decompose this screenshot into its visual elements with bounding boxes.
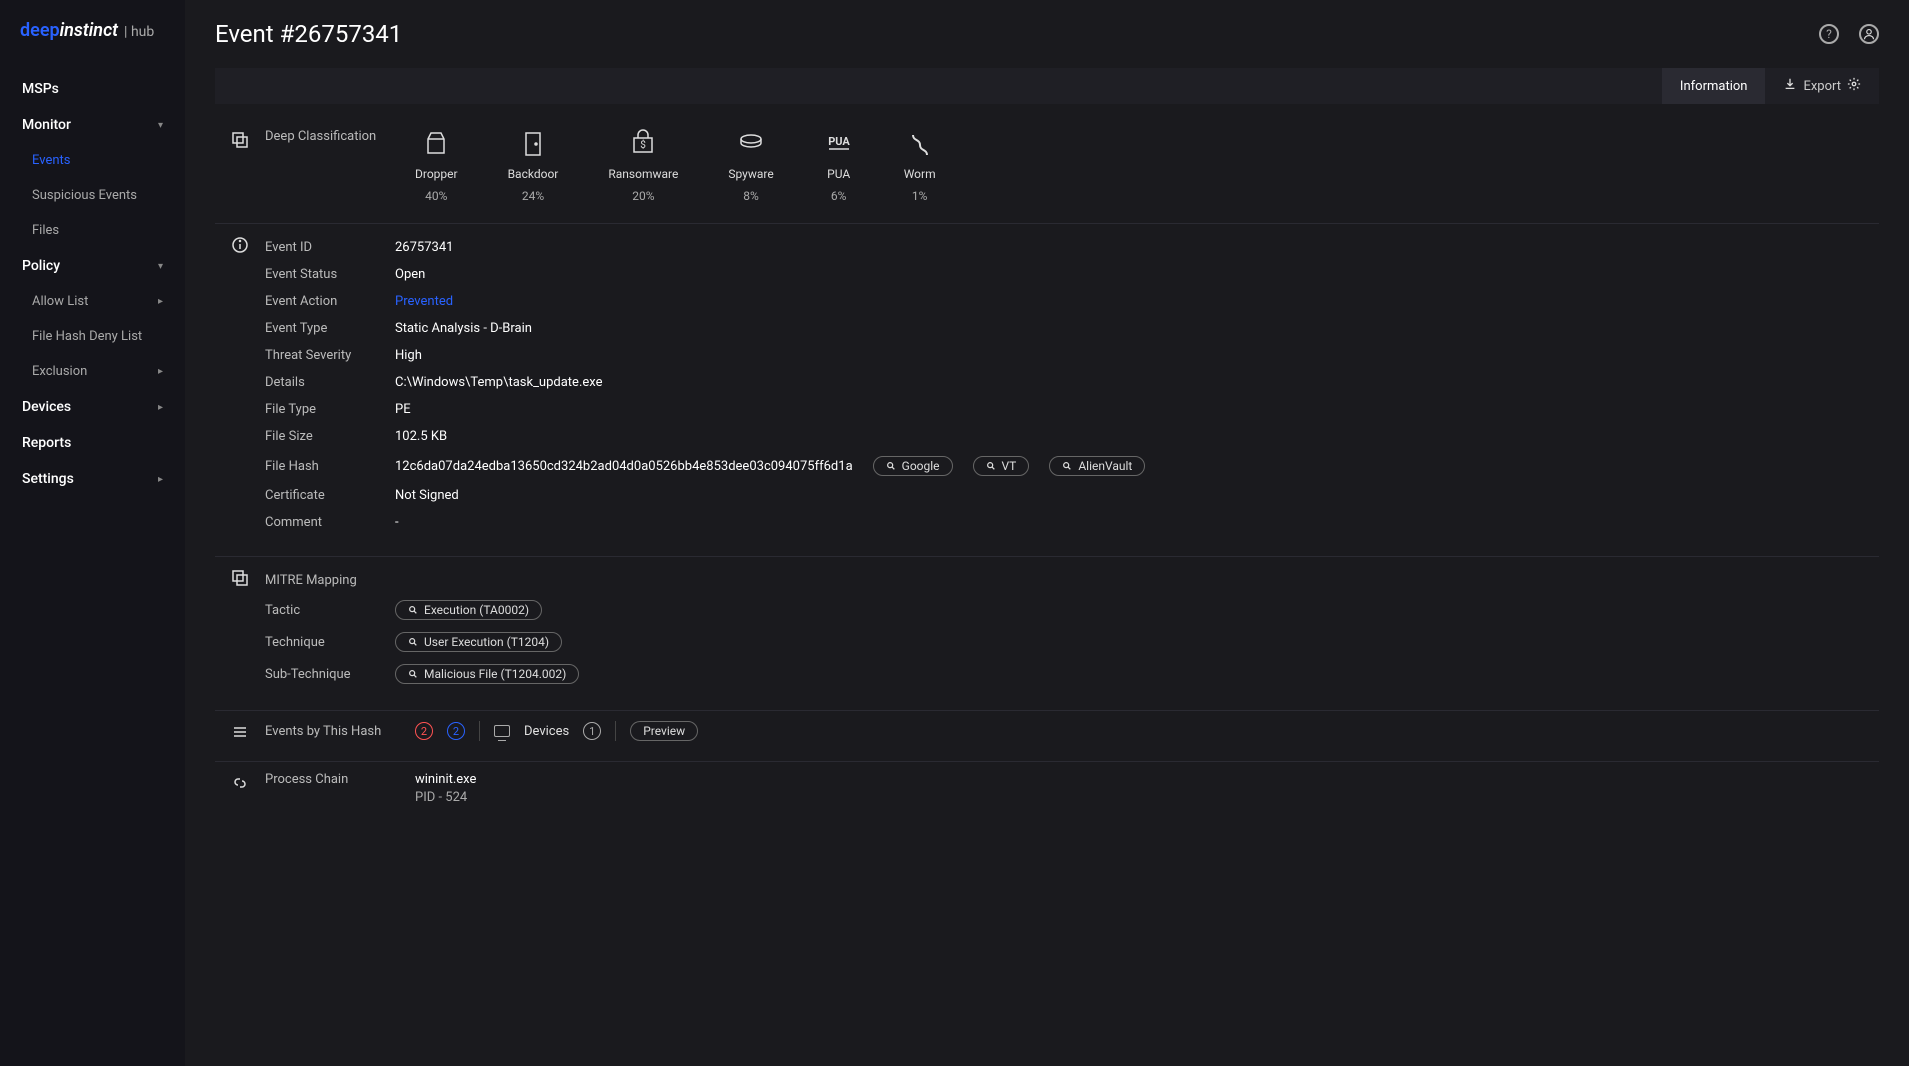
chevron-right-icon: ▸ <box>158 366 163 377</box>
chevron-right-icon: ▸ <box>158 474 163 485</box>
certificate-value: Not Signed <box>395 488 459 503</box>
class-backdoor: Backdoor 24% <box>508 129 559 203</box>
nav-msps[interactable]: MSPs <box>0 71 185 107</box>
tab-bar: Information Export <box>215 68 1879 104</box>
event-id-value: 26757341 <box>395 240 453 255</box>
event-type-value: Static Analysis - D-Brain <box>395 321 532 336</box>
chevron-down-icon: ▾ <box>158 261 163 272</box>
list-icon <box>231 723 249 741</box>
tab-information[interactable]: Information <box>1662 68 1766 104</box>
file-type-value: PE <box>395 402 411 417</box>
nav-settings[interactable]: Settings▸ <box>0 461 185 497</box>
hash-vt-pill[interactable]: VT <box>973 456 1030 476</box>
nav-suspicious-events[interactable]: Suspicious Events <box>0 178 185 213</box>
chain-icon <box>231 774 249 792</box>
download-icon <box>1783 77 1797 95</box>
subtech-pill[interactable]: Malicious File (T1204.002) <box>395 664 579 684</box>
backdoor-icon <box>518 129 548 159</box>
nav-allow-list[interactable]: Allow List▸ <box>0 284 185 319</box>
chevron-down-icon: ▾ <box>158 120 163 131</box>
details-label: Details <box>265 375 395 390</box>
pua-icon: PUA <box>824 129 854 159</box>
divider <box>615 721 616 741</box>
file-hash-label: File Hash <box>265 459 395 474</box>
event-id-label: Event ID <box>265 240 395 255</box>
event-action-value: Prevented <box>395 294 453 309</box>
brand-logo: deepinstinct | hub <box>0 20 185 61</box>
hash-alienvault-pill[interactable]: AlienVault <box>1049 456 1145 476</box>
spyware-icon <box>736 129 766 159</box>
hash-google-pill[interactable]: Google <box>873 456 953 476</box>
tactic-pill[interactable]: Execution (TA0002) <box>395 600 542 620</box>
preview-button[interactable]: Preview <box>630 721 698 741</box>
chevron-right-icon: ▸ <box>158 296 163 307</box>
file-size-value: 102.5 KB <box>395 429 447 444</box>
comment-value: - <box>395 515 399 530</box>
class-pua: PUA PUA 6% <box>824 129 854 203</box>
export-button[interactable]: Export <box>1765 68 1879 104</box>
comment-label: Comment <box>265 515 395 530</box>
nav-devices[interactable]: Devices▸ <box>0 389 185 425</box>
dropper-icon <box>421 129 451 159</box>
technique-label: Technique <box>265 635 395 650</box>
file-size-label: File Size <box>265 429 395 444</box>
svg-text:PUA: PUA <box>828 135 850 148</box>
mitre-icon <box>231 569 249 587</box>
nav-events[interactable]: Events <box>0 143 185 178</box>
devices-count-badge: 1 <box>583 722 601 740</box>
technique-pill[interactable]: User Execution (T1204) <box>395 632 562 652</box>
class-spyware: Spyware 8% <box>728 129 773 203</box>
process-pid: PID - 524 <box>415 790 1879 805</box>
page-title: Event #26757341 <box>215 20 402 48</box>
event-action-label: Event Action <box>265 294 395 309</box>
nav-reports[interactable]: Reports <box>0 425 185 461</box>
file-hash-value: 12c6da07da24edba13650cd324b2ad04d0a0526b… <box>395 459 853 474</box>
classification-icon <box>231 131 249 149</box>
svg-text:$: $ <box>641 138 647 151</box>
class-ransomware: $ Ransomware 20% <box>608 129 678 203</box>
events-by-hash-label: Events by This Hash <box>265 724 415 739</box>
event-type-label: Event Type <box>265 321 395 336</box>
mitre-label: MITRE Mapping <box>265 573 357 588</box>
process-name: wininit.exe <box>415 772 1879 787</box>
file-type-label: File Type <box>265 402 395 417</box>
certificate-label: Certificate <box>265 488 395 503</box>
main-content: Event #26757341 ? Information Export Dee… <box>185 0 1909 1066</box>
nav-policy[interactable]: Policy▾ <box>0 248 185 284</box>
class-worm: Worm 1% <box>904 129 936 203</box>
nav-monitor[interactable]: Monitor▾ <box>0 107 185 143</box>
sidebar: deepinstinct | hub MSPs Monitor▾ Events … <box>0 0 185 1066</box>
details-value: C:\Windows\Temp\task_update.exe <box>395 375 603 390</box>
user-icon[interactable] <box>1859 24 1879 44</box>
events-red-badge: 2 <box>415 722 433 740</box>
nav-files[interactable]: Files <box>0 213 185 248</box>
info-icon <box>231 236 249 254</box>
tactic-label: Tactic <box>265 603 395 618</box>
help-icon[interactable]: ? <box>1819 24 1839 44</box>
ransomware-icon: $ <box>628 129 658 159</box>
divider <box>479 721 480 741</box>
chevron-right-icon: ▸ <box>158 402 163 413</box>
event-status-value: Open <box>395 267 425 282</box>
nav-exclusion[interactable]: Exclusion▸ <box>0 354 185 389</box>
threat-severity-value: High <box>395 348 422 363</box>
class-dropper: Dropper 40% <box>415 129 458 203</box>
worm-icon <box>905 129 935 159</box>
gear-icon[interactable] <box>1847 77 1861 95</box>
monitor-icon <box>494 725 510 737</box>
classification-label: Deep Classification <box>265 129 415 144</box>
threat-severity-label: Threat Severity <box>265 348 395 363</box>
event-status-label: Event Status <box>265 267 395 282</box>
devices-label: Devices <box>524 724 569 739</box>
process-chain-label: Process Chain <box>265 772 415 787</box>
nav-file-hash-deny[interactable]: File Hash Deny List <box>0 319 185 354</box>
subtech-label: Sub-Technique <box>265 667 395 682</box>
events-blue-badge: 2 <box>447 722 465 740</box>
